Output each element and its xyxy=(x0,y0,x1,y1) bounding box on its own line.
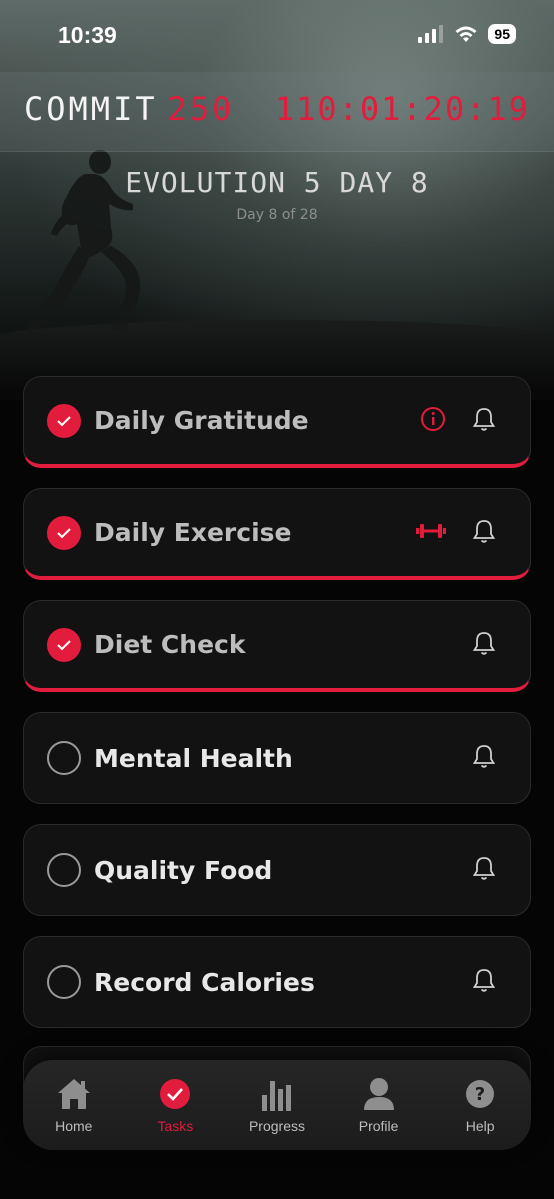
task-record-calories[interactable]: Record Calories xyxy=(23,936,531,1028)
person-icon xyxy=(363,1076,395,1112)
task-list: Daily Gratitude Daily Exercise Diet Chec… xyxy=(23,376,531,1048)
bell-icon[interactable] xyxy=(472,855,496,885)
brand-number: 250 xyxy=(167,90,235,128)
task-daily-exercise[interactable]: Daily Exercise xyxy=(23,488,531,580)
task-mental-health[interactable]: Mental Health xyxy=(23,712,531,804)
check-circle-icon xyxy=(159,1076,191,1112)
task-label: Quality Food xyxy=(94,855,273,885)
bell-icon[interactable] xyxy=(472,518,496,548)
checkbox-unchecked[interactable] xyxy=(47,965,81,999)
checkbox-checked[interactable] xyxy=(47,515,81,550)
tab-label: Progress xyxy=(248,1118,305,1134)
bell-icon[interactable] xyxy=(472,743,496,773)
checkbox-unchecked[interactable] xyxy=(47,853,81,887)
task-label: Mental Health xyxy=(94,743,293,773)
home-icon xyxy=(56,1076,92,1112)
checkmark-icon xyxy=(57,639,71,650)
tab-profile[interactable]: Profile xyxy=(334,1076,424,1134)
task-quality-food[interactable]: Quality Food xyxy=(23,824,531,916)
battery-indicator: 95 xyxy=(488,24,516,44)
checkmark-icon xyxy=(57,415,71,426)
tab-help[interactable]: ? Help xyxy=(435,1076,525,1134)
bell-icon[interactable] xyxy=(472,967,496,997)
tab-label: Tasks xyxy=(157,1118,194,1134)
status-icons: 95 xyxy=(418,24,516,44)
bottom-tab-bar: Home Tasks Progress Profile ? Help xyxy=(23,1060,531,1150)
task-label: Daily Exercise xyxy=(94,518,292,547)
checkbox-checked[interactable] xyxy=(47,403,81,438)
dumbbell-icon[interactable] xyxy=(416,522,446,544)
program-title: EVOLUTION 5 DAY 8 xyxy=(125,166,429,199)
brand-name: COMMIT xyxy=(24,90,158,128)
status-time: 10:39 xyxy=(58,22,117,48)
status-bar: 10:39 95 xyxy=(0,0,554,72)
svg-text:?: ? xyxy=(475,1084,485,1105)
app-brand: COMMIT 250 xyxy=(24,90,234,128)
help-icon: ? xyxy=(465,1076,495,1112)
signal-icon xyxy=(418,25,444,43)
task-daily-gratitude[interactable]: Daily Gratitude xyxy=(23,376,531,468)
tab-label: Profile xyxy=(358,1118,399,1134)
tab-progress[interactable]: Progress xyxy=(232,1076,322,1134)
checkbox-unchecked[interactable] xyxy=(47,741,81,775)
task-label: Diet Check xyxy=(94,630,246,659)
tab-home[interactable]: Home xyxy=(29,1076,119,1134)
checkbox-checked[interactable] xyxy=(47,627,81,662)
task-label: Daily Gratitude xyxy=(94,406,309,435)
tab-label: Help xyxy=(465,1118,495,1134)
task-label: Record Calories xyxy=(94,967,315,997)
bar-chart-icon xyxy=(261,1076,293,1112)
countdown-timer: 110:01:20:19 xyxy=(274,90,530,128)
bell-icon[interactable] xyxy=(472,630,496,660)
bell-icon[interactable] xyxy=(472,406,496,436)
program-progress: Day 8 of 28 xyxy=(236,207,318,223)
tab-label: Home xyxy=(55,1118,93,1134)
task-diet-check[interactable]: Diet Check xyxy=(23,600,531,692)
tab-tasks[interactable]: Tasks xyxy=(130,1076,220,1134)
checkmark-icon xyxy=(57,527,71,538)
info-icon[interactable] xyxy=(420,406,446,436)
wifi-icon xyxy=(455,26,477,42)
